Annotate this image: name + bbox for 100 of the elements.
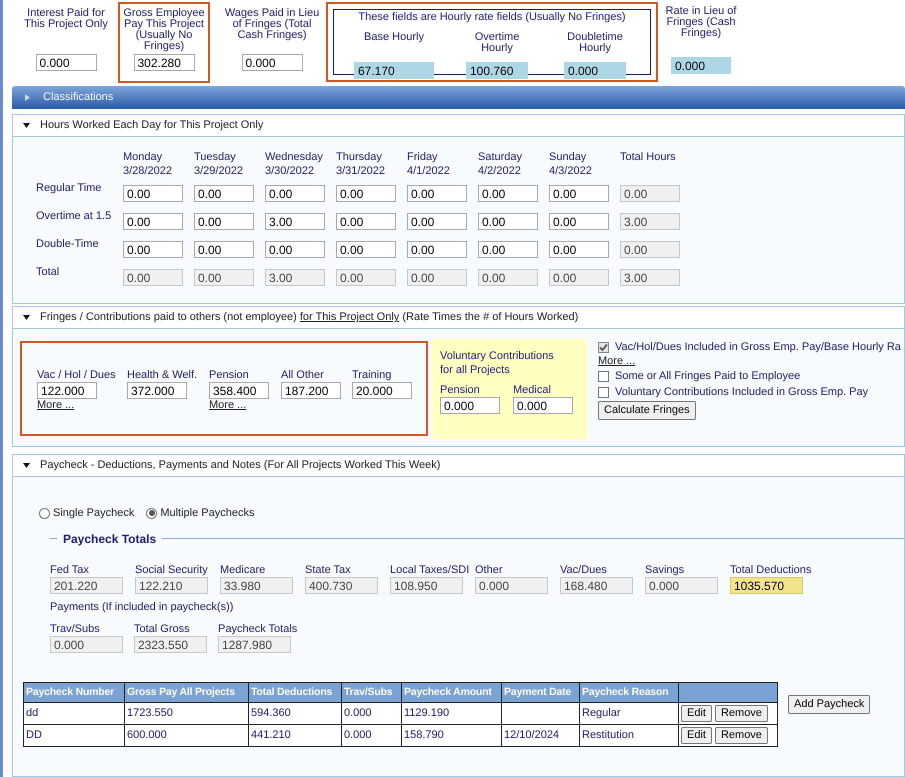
- checkbox-label: Some or All Fringes Paid to Employee: [615, 368, 800, 384]
- row-label: Regular Time: [36, 181, 102, 196]
- number-field[interactable]: 0.00: [123, 269, 183, 286]
- number-field[interactable]: 0.000: [36, 54, 96, 71]
- edit-button[interactable]: Edit: [681, 705, 712, 722]
- field-label: Vac / Hol / Dues: [37, 369, 117, 381]
- day-label: Sunday: [549, 150, 588, 164]
- section-bar[interactable]: Classifications: [12, 86, 905, 109]
- checkbox[interactable]: [598, 370, 609, 382]
- field-label: Pension: [209, 369, 250, 381]
- radio-label: Multiple Paychecks: [160, 506, 254, 521]
- number-field[interactable]: 400.730: [305, 577, 378, 594]
- number-field[interactable]: 0.00: [194, 185, 254, 202]
- number-field[interactable]: 0.00: [194, 213, 254, 230]
- date-label: 4/1/2022: [407, 164, 451, 178]
- number-field[interactable]: 0.000: [440, 397, 500, 414]
- number-field[interactable]: 372.000: [127, 382, 187, 399]
- add-paycheck-button[interactable]: Add Paycheck: [788, 695, 870, 714]
- edit-button[interactable]: Edit: [681, 727, 712, 744]
- number-field[interactable]: 0.000: [513, 397, 573, 414]
- number-field[interactable]: 201.220: [50, 577, 123, 594]
- number-field[interactable]: 0.00: [194, 241, 254, 258]
- number-field[interactable]: 0.00: [336, 185, 396, 202]
- number-field[interactable]: 3.00: [620, 213, 680, 230]
- date-label: 3/28/2022: [123, 164, 173, 178]
- number-field[interactable]: 20.000: [352, 382, 412, 399]
- date-label: 3/31/2022: [336, 164, 386, 178]
- section-title: Hours Worked Each Day for This Project Only: [40, 118, 264, 134]
- date-label: 3/29/2022: [194, 164, 244, 178]
- caret-right-icon[interactable]: [24, 94, 31, 101]
- number-field[interactable]: 0.00: [265, 185, 325, 202]
- number-field[interactable]: 2323.550: [134, 636, 207, 653]
- number-field[interactable]: 0.00: [265, 241, 325, 258]
- number-field[interactable]: 0.00: [407, 213, 467, 230]
- remove-button[interactable]: Remove: [714, 727, 768, 744]
- number-field[interactable]: 0.00: [123, 241, 183, 258]
- number-field[interactable]: 0.00: [194, 269, 254, 286]
- number-field[interactable]: 0.00: [478, 269, 538, 286]
- number-field[interactable]: 0.00: [478, 241, 538, 258]
- number-field[interactable]: 0.000: [475, 577, 548, 594]
- number-field[interactable]: 108.950: [390, 577, 463, 594]
- number-field[interactable]: 0.00: [336, 241, 396, 258]
- number-field[interactable]: 358.400: [209, 382, 269, 399]
- number-field[interactable]: 0.00: [123, 185, 183, 202]
- number-field[interactable]: 3.00: [265, 269, 325, 286]
- number-field[interactable]: 33.980: [220, 577, 293, 594]
- section-header[interactable]: Paycheck - Deductions, Payments and Notes (For All Projects Worked This Week): [12, 454, 905, 477]
- section-header[interactable]: Hours Worked Each Day for This Project Only: [12, 114, 905, 137]
- number-field[interactable]: 1287.980: [218, 636, 291, 653]
- number-field[interactable]: 122.000: [37, 382, 97, 399]
- number-field[interactable]: 0.00: [336, 269, 396, 286]
- number-field[interactable]: 302.280: [134, 54, 194, 71]
- field-label: Medical: [513, 383, 552, 397]
- number-field[interactable]: 187.200: [281, 382, 341, 399]
- number-field[interactable]: 0.000: [50, 636, 123, 653]
- day-label: Tuesday: [194, 150, 237, 164]
- number-field[interactable]: 0.000: [242, 54, 302, 71]
- number-field[interactable]: 3.00: [265, 213, 325, 230]
- number-field[interactable]: 0.000: [671, 57, 731, 74]
- checkbox[interactable]: [598, 386, 609, 398]
- number-field[interactable]: 0.00: [478, 213, 538, 230]
- number-field[interactable]: 0.00: [407, 269, 467, 286]
- number-field[interactable]: 100.760: [466, 62, 528, 79]
- remove-button[interactable]: Remove: [714, 705, 768, 722]
- caret-down-icon[interactable]: [23, 122, 30, 129]
- caret-down-icon[interactable]: [23, 314, 30, 321]
- number-field[interactable]: 122.210: [135, 577, 208, 594]
- section-header[interactable]: Fringes / Contributions paid to others (not employee) for This Project Only (Rate Times the # of Hours Worked): [12, 306, 905, 329]
- date-label: 4/3/2022: [549, 164, 593, 178]
- number-field[interactable]: 0.00: [549, 213, 609, 230]
- number-field[interactable]: 0.00: [549, 269, 609, 286]
- table-cell: 12/10/2024: [502, 724, 580, 746]
- section-title: Fringes / Contributions paid to others (not employee) for This Project Only (Rate Times the # of Hours Worked): [40, 310, 578, 326]
- number-field[interactable]: 0.00: [123, 213, 183, 230]
- more-link[interactable]: More ...: [37, 399, 119, 412]
- number-field[interactable]: 3.00: [620, 269, 680, 286]
- number-field[interactable]: 0.00: [549, 241, 609, 258]
- radio-button[interactable]: [146, 508, 158, 518]
- number-field[interactable]: 0.00: [407, 185, 467, 202]
- number-field[interactable]: 1035.570: [730, 577, 803, 594]
- number-field[interactable]: 0.00: [620, 185, 680, 202]
- number-field[interactable]: 0.000: [645, 577, 718, 594]
- calculate-button[interactable]: Calculate Fringes: [598, 401, 696, 420]
- caret-down-icon[interactable]: [23, 462, 30, 469]
- field-label: Savings: [645, 563, 686, 577]
- number-field[interactable]: 0.000: [564, 62, 626, 79]
- number-field[interactable]: 67.170: [354, 62, 434, 79]
- checkbox[interactable]: [598, 342, 609, 352]
- number-field[interactable]: 0.00: [336, 213, 396, 230]
- section-link[interactable]: for This Project Only: [300, 311, 400, 324]
- number-field[interactable]: 0.00: [549, 185, 609, 202]
- number-field[interactable]: 0.00: [620, 241, 680, 258]
- number-field[interactable]: 0.00: [407, 241, 467, 258]
- checkbox-label: Voluntary Contributions Included in Gross Emp. Pay: [615, 384, 868, 400]
- more-link[interactable]: More ...: [209, 399, 273, 412]
- radio-button[interactable]: [39, 508, 50, 518]
- number-field[interactable]: 168.480: [560, 577, 633, 594]
- more-link[interactable]: More ...: [598, 355, 636, 368]
- field-label: State Tax: [305, 563, 352, 577]
- number-field[interactable]: 0.00: [478, 185, 538, 202]
